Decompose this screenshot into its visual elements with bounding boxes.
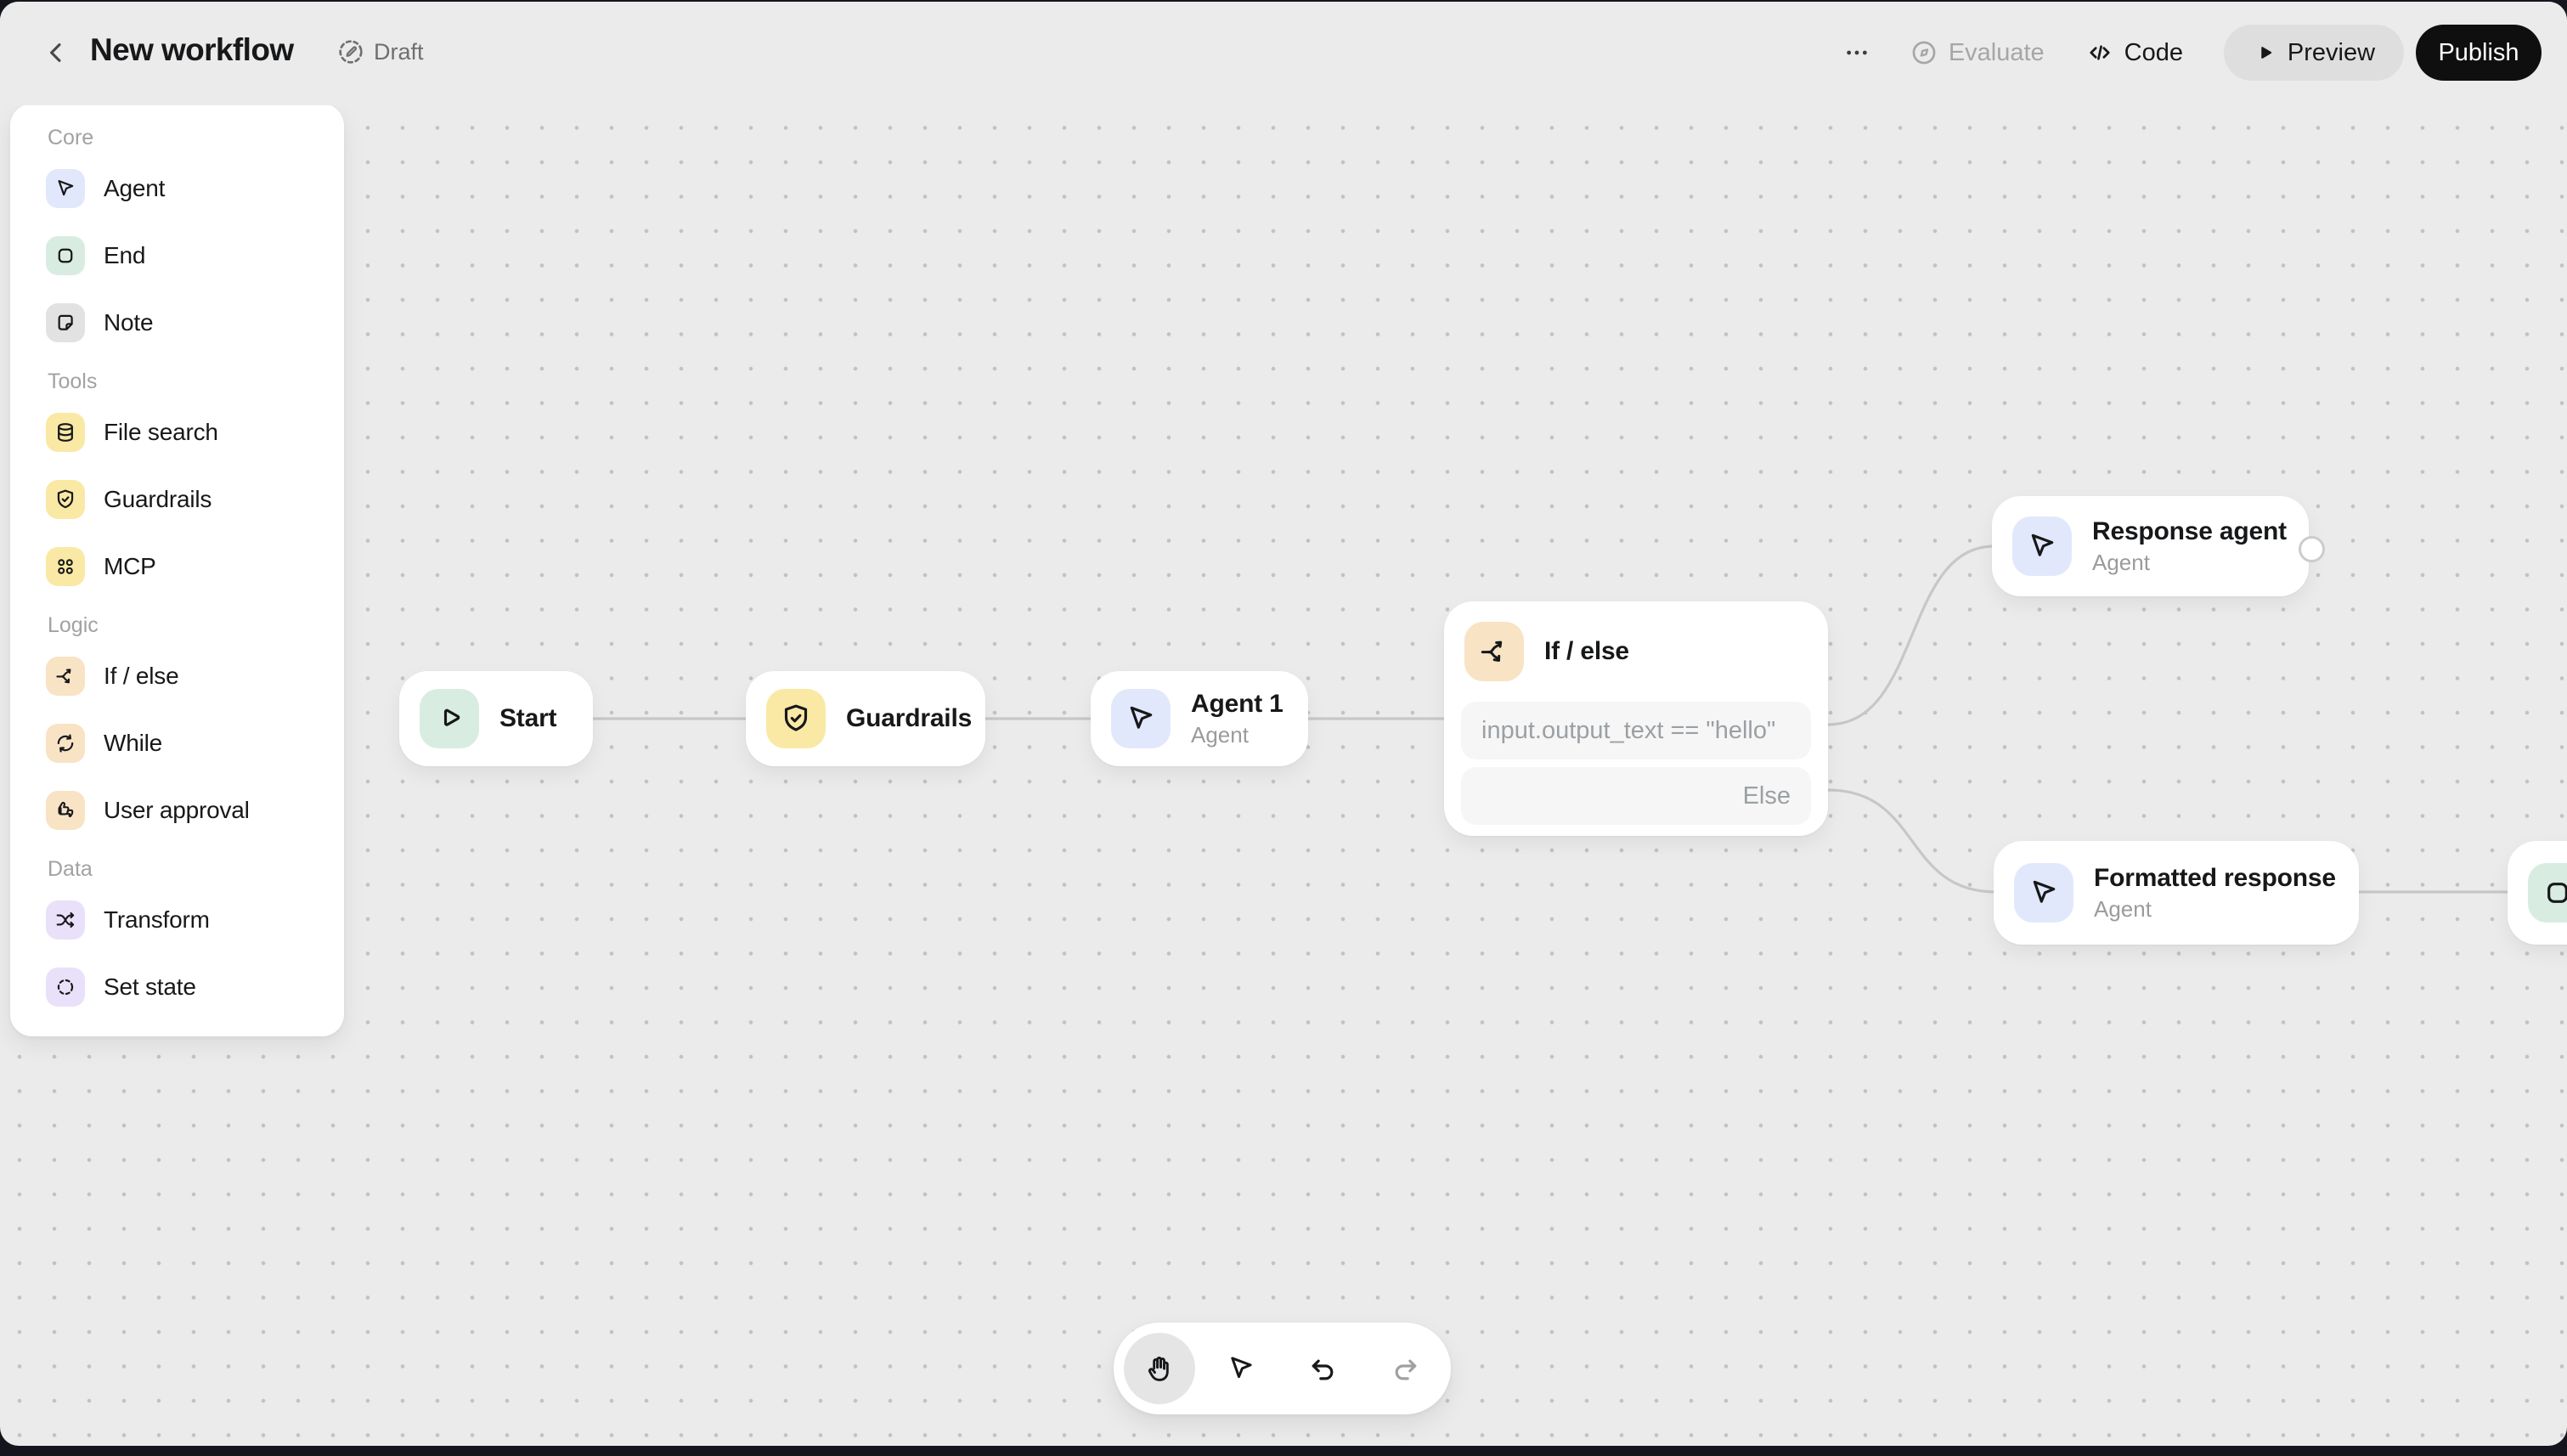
node-start[interactable]: Start <box>399 671 593 766</box>
evaluate-label: Evaluate <box>1948 38 2045 66</box>
shield-check-icon <box>766 689 826 748</box>
undo-button[interactable] <box>1288 1333 1359 1404</box>
cursor-icon <box>1231 1357 1252 1379</box>
cursor-icon <box>2012 516 2072 576</box>
section-label-core: Core <box>48 126 94 150</box>
branch-icon <box>46 656 85 696</box>
publish-label: Publish <box>2438 38 2519 66</box>
node-title: Start <box>499 703 557 732</box>
code-button[interactable]: Code <box>2085 38 2183 67</box>
if-condition-row[interactable]: input.output_text == "hello" <box>1461 702 1811 759</box>
node-subtitle: Agent <box>2092 549 2150 575</box>
palette-item-guardrails[interactable]: Guardrails <box>10 466 344 533</box>
palette-item-label: Set state <box>104 973 196 1000</box>
palette-item-file-search[interactable]: File search <box>10 398 344 466</box>
node-title: Guardrails <box>846 703 973 732</box>
palette-item-label: User approval <box>104 796 250 823</box>
cursor-icon <box>1111 689 1171 748</box>
canvas-toolbar <box>1114 1323 1451 1414</box>
palette-item-label: Note <box>104 308 154 336</box>
back-button[interactable] <box>37 34 75 71</box>
redo-icon <box>1395 1359 1417 1380</box>
top-bar: New workflow Draft Evaluate Code Preview… <box>0 2 2567 105</box>
dashed-circle-icon <box>46 967 85 1007</box>
loop-icon <box>46 723 85 763</box>
play-icon <box>2261 47 2272 59</box>
palette-item-label: While <box>104 729 163 756</box>
ellipsis-icon <box>1847 50 1867 55</box>
code-label: Code <box>2124 38 2183 66</box>
output-port[interactable] <box>2299 536 2325 562</box>
shuffle-icon <box>46 900 85 940</box>
node-agent-1[interactable]: Agent 1 Agent <box>1091 671 1308 766</box>
palette-item-agent[interactable]: Agent <box>10 155 344 222</box>
palette-item-label: End <box>104 241 146 268</box>
status-badge: Draft <box>336 37 424 66</box>
play-icon <box>420 689 479 748</box>
draft-pen-icon <box>339 40 363 64</box>
select-tool-button[interactable] <box>1205 1333 1277 1404</box>
section-label-tools: Tools <box>48 370 98 393</box>
node-title: Formatted response <box>2094 864 2336 893</box>
palette-item-while[interactable]: While <box>10 709 344 776</box>
status-badge-label: Draft <box>374 38 424 65</box>
palette-item-end[interactable]: End <box>10 222 344 289</box>
undo-icon <box>1312 1359 1334 1380</box>
mcp-icon <box>46 546 85 586</box>
section-label-data: Data <box>48 857 93 881</box>
database-icon <box>46 412 85 452</box>
node-end-partial[interactable] <box>2508 841 2567 945</box>
code-icon <box>2090 45 2110 60</box>
node-palette: Core Agent End Note Tools File search Gu… <box>10 104 344 1036</box>
node-if-else[interactable]: If / else input.output_text == "hello" E… <box>1444 601 1828 836</box>
palette-item-set-state[interactable]: Set state <box>10 953 344 1020</box>
palette-item-label: Guardrails <box>104 485 212 512</box>
compass-icon <box>1912 41 1936 65</box>
palette-item-label: If / else <box>104 662 179 689</box>
palette-item-user-approval[interactable]: User approval <box>10 776 344 844</box>
publish-button[interactable]: Publish <box>2416 25 2542 81</box>
palette-item-mcp[interactable]: MCP <box>10 533 344 600</box>
node-response-agent[interactable]: Response agent Agent <box>1992 496 2309 596</box>
palette-item-if-else[interactable]: If / else <box>10 642 344 709</box>
end-square-icon <box>2528 863 2567 923</box>
hand-tool-button[interactable] <box>1124 1333 1195 1404</box>
node-subtitle: Agent <box>1191 721 1249 748</box>
more-menu-button[interactable] <box>1843 39 1870 66</box>
thumbs-icon <box>46 790 85 830</box>
section-label-logic: Logic <box>48 613 99 637</box>
else-row[interactable]: Else <box>1461 767 1811 825</box>
palette-item-label: Agent <box>104 174 166 201</box>
end-square-icon <box>46 235 85 275</box>
palette-item-label: MCP <box>104 552 156 579</box>
node-title: Response agent <box>2092 517 2287 546</box>
cursor-icon <box>46 168 85 208</box>
preview-button[interactable]: Preview <box>2224 25 2404 81</box>
shield-check-icon <box>46 479 85 519</box>
workflow-canvas[interactable]: Start Guardrails Agent 1 Agent If / else… <box>0 2 2567 1446</box>
preview-label: Preview <box>2287 38 2376 66</box>
node-guardrails[interactable]: Guardrails <box>746 671 985 766</box>
note-icon <box>46 302 85 342</box>
palette-item-note[interactable]: Note <box>10 289 344 356</box>
palette-item-label: Transform <box>104 906 210 933</box>
cursor-icon <box>2014 863 2073 923</box>
hand-icon <box>1148 1356 1169 1381</box>
node-title: If / else <box>1544 636 1629 665</box>
node-title: Agent 1 <box>1191 690 1284 719</box>
workflow-title: New workflow <box>90 32 294 67</box>
node-subtitle: Agent <box>2094 895 2152 922</box>
node-formatted-response[interactable]: Formatted response Agent <box>1994 841 2359 945</box>
app-window: Start Guardrails Agent 1 Agent If / else… <box>0 2 2567 1446</box>
redo-button[interactable] <box>1369 1333 1441 1404</box>
branch-icon <box>1464 622 1524 681</box>
palette-item-transform[interactable]: Transform <box>10 886 344 953</box>
palette-item-label: File search <box>104 418 218 445</box>
evaluate-button[interactable]: Evaluate <box>1910 38 2045 67</box>
